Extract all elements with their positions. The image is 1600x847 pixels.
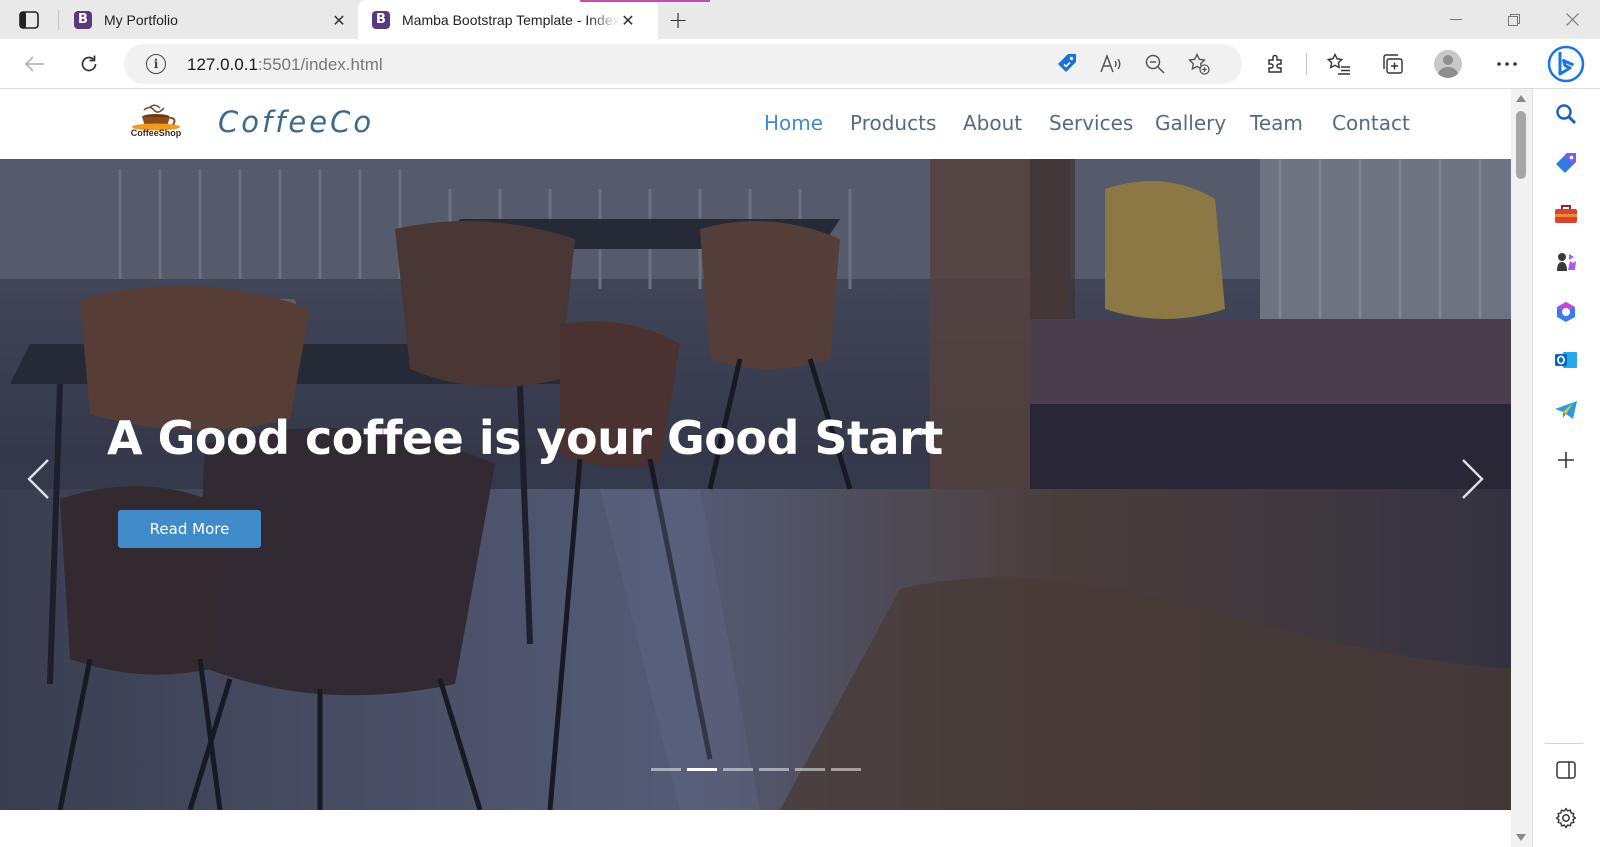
new-tab-button[interactable]: + bbox=[664, 6, 692, 34]
coffeeshop-logo[interactable]: CoffeeShop bbox=[116, 103, 198, 139]
nav-contact[interactable]: Contact bbox=[1332, 111, 1410, 135]
bing-copilot-icon[interactable] bbox=[1546, 44, 1586, 84]
carousel-prev-arrow-icon[interactable] bbox=[18, 454, 58, 504]
tab-actions-icon[interactable] bbox=[14, 8, 44, 32]
add-favorite-icon[interactable] bbox=[1186, 52, 1212, 76]
tab-accent-bar bbox=[580, 0, 710, 2]
browser-toolbar: i 127.0.0.1:5501/index.html bbox=[0, 39, 1600, 89]
nav-home[interactable]: Home bbox=[764, 111, 823, 135]
profile-avatar[interactable] bbox=[1434, 50, 1462, 78]
shopping-tag-icon[interactable] bbox=[1551, 149, 1581, 179]
nav-services[interactable]: Services bbox=[1049, 111, 1133, 135]
carousel-indicator-2[interactable] bbox=[687, 768, 717, 771]
brand-name[interactable]: CoffeeCo bbox=[218, 105, 374, 139]
carousel-indicators bbox=[651, 768, 861, 771]
carousel-indicator-5[interactable] bbox=[795, 768, 825, 771]
carousel-next-arrow-icon[interactable] bbox=[1453, 454, 1493, 504]
edge-sidebar bbox=[1532, 89, 1600, 847]
office-icon[interactable] bbox=[1551, 297, 1581, 327]
close-tab-icon[interactable]: ✕ bbox=[618, 10, 638, 30]
tab-strip: B My Portfolio ✕ B Mamba Bootstrap Templ… bbox=[0, 0, 1600, 39]
games-icon[interactable] bbox=[1551, 247, 1581, 277]
sidebar-panel-icon[interactable] bbox=[1551, 755, 1581, 785]
close-tab-icon[interactable]: ✕ bbox=[329, 10, 349, 30]
zoom-out-icon[interactable] bbox=[1142, 52, 1168, 76]
collections-icon[interactable] bbox=[1379, 51, 1407, 77]
tab-title: Mamba Bootstrap Template - Index bbox=[402, 11, 620, 28]
close-window-button[interactable] bbox=[1544, 0, 1600, 39]
tools-briefcase-icon[interactable] bbox=[1551, 199, 1581, 229]
carousel-indicator-3[interactable] bbox=[723, 768, 753, 771]
add-icon[interactable] bbox=[1551, 445, 1581, 475]
hero-carousel: A Good coffee is your Good Start Read Mo… bbox=[0, 159, 1511, 810]
scrollbar-thumb[interactable] bbox=[1516, 111, 1526, 179]
site-info-icon[interactable]: i bbox=[146, 54, 166, 74]
back-button[interactable] bbox=[20, 49, 50, 79]
scroll-down-arrow-icon[interactable] bbox=[1516, 834, 1526, 841]
refresh-button[interactable] bbox=[74, 49, 104, 79]
url-text[interactable]: 127.0.0.1:5501/index.html bbox=[187, 55, 383, 75]
outlook-icon[interactable] bbox=[1551, 345, 1581, 375]
nav-team[interactable]: Team bbox=[1250, 111, 1303, 135]
read-more-button[interactable]: Read More bbox=[118, 510, 261, 548]
more-menu-icon[interactable] bbox=[1493, 51, 1521, 77]
scroll-up-arrow-icon[interactable] bbox=[1516, 95, 1526, 102]
read-aloud-icon[interactable] bbox=[1098, 52, 1124, 76]
carousel-indicator-6[interactable] bbox=[831, 768, 861, 771]
restore-button[interactable] bbox=[1486, 0, 1542, 39]
shopping-tag-icon[interactable] bbox=[1054, 52, 1080, 76]
extensions-icon[interactable] bbox=[1262, 51, 1290, 77]
carousel-indicator-4[interactable] bbox=[759, 768, 789, 771]
nav-about[interactable]: About bbox=[963, 111, 1022, 135]
bootstrap-favicon-icon: B bbox=[372, 10, 390, 29]
tab-title: My Portfolio bbox=[104, 11, 178, 28]
telegram-icon[interactable] bbox=[1551, 395, 1581, 425]
carousel-indicator-1[interactable] bbox=[651, 768, 681, 771]
bootstrap-favicon-icon: B bbox=[74, 10, 92, 29]
svg-text:CoffeeShop: CoffeeShop bbox=[131, 128, 182, 138]
page-scrollbar[interactable] bbox=[1511, 89, 1532, 847]
settings-gear-icon[interactable] bbox=[1551, 803, 1581, 833]
search-icon[interactable] bbox=[1551, 99, 1581, 129]
cafe-interior-background bbox=[0, 159, 1511, 810]
favorites-icon[interactable] bbox=[1325, 51, 1353, 77]
tab-separator bbox=[58, 10, 59, 30]
page-content-below-hero bbox=[0, 810, 1511, 847]
toolbar-separator bbox=[1306, 53, 1307, 75]
nav-products[interactable]: Products bbox=[850, 111, 936, 135]
minimize-button[interactable] bbox=[1428, 0, 1484, 39]
tab-my-portfolio[interactable]: B My Portfolio ✕ bbox=[60, 0, 355, 39]
tab-mamba-template[interactable]: B Mamba Bootstrap Template - Index ✕ bbox=[358, 0, 658, 39]
hero-title: A Good coffee is your Good Start bbox=[107, 411, 943, 465]
address-bar[interactable]: i 127.0.0.1:5501/index.html bbox=[124, 44, 1242, 84]
sidebar-separator bbox=[1545, 743, 1583, 744]
nav-gallery[interactable]: Gallery bbox=[1155, 111, 1226, 135]
site-header: CoffeeShop CoffeeCo Home Products About … bbox=[0, 89, 1511, 159]
page-viewport: CoffeeShop CoffeeCo Home Products About … bbox=[0, 89, 1511, 847]
